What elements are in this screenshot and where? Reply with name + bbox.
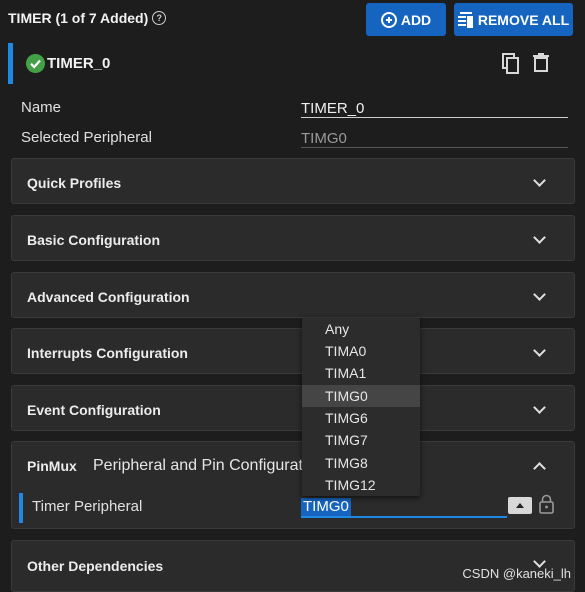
timer-peripheral-underline [301, 516, 507, 518]
timer-peripheral-label: Timer Peripheral [32, 498, 143, 515]
selected-peripheral-value: TIMG0 [301, 130, 347, 147]
trash-icon[interactable] [533, 53, 549, 72]
help-circle-icon[interactable]: ? [152, 11, 167, 25]
copy-icon[interactable] [502, 53, 520, 74]
panel-interrupts-configuration[interactable]: Interrupts Configuration [11, 328, 575, 374]
instance-name[interactable]: TIMER_0 [47, 55, 110, 72]
chevron-down-icon[interactable] [533, 231, 546, 244]
dropdown-option-timg12[interactable]: TIMG12 [302, 474, 420, 496]
watermark: CSDN @kaneki_lh [462, 566, 571, 581]
trash-stack-icon [457, 11, 473, 28]
dropdown-option-tima0[interactable]: TIMA0 [302, 340, 420, 362]
module-header: TIMER (1 of 7 Added) ? [8, 10, 167, 26]
chevron-down-icon[interactable] [533, 344, 546, 357]
add-button-label: ADD [400, 11, 432, 28]
field-indicator [19, 493, 23, 523]
dropdown-option-tima1[interactable]: TIMA1 [302, 362, 420, 384]
panel-event-configuration[interactable]: Event Configuration [11, 385, 575, 431]
panel-subtitle: Peripheral and Pin Configuration [93, 457, 325, 474]
panel-title: Basic Configuration [27, 232, 161, 248]
panel-quick-profiles[interactable]: Quick Profiles [11, 158, 575, 204]
selected-peripheral-label: Selected Peripheral [21, 129, 152, 146]
check-circle-icon [26, 54, 45, 73]
panel-basic-configuration[interactable]: Basic Configuration [11, 215, 575, 261]
panel-title: Event Configuration [27, 402, 161, 418]
chevron-down-icon[interactable] [533, 401, 546, 414]
chevron-down-icon[interactable] [533, 288, 546, 301]
dropdown-option-timg0[interactable]: TIMG0 [302, 385, 420, 407]
lock-icon[interactable] [539, 494, 554, 514]
panel-title: Advanced Configuration [27, 289, 190, 305]
remove-all-label: REMOVE ALL [477, 11, 570, 28]
panel-title: PinMux [27, 458, 77, 474]
panel-advanced-configuration[interactable]: Advanced Configuration [11, 272, 575, 318]
plus-circle-icon [380, 11, 397, 28]
selected-peripheral-underline [301, 147, 568, 148]
dropdown-option-timg8[interactable]: TIMG8 [302, 452, 420, 474]
module-title: TIMER (1 of 7 Added) [8, 10, 149, 26]
name-label: Name [21, 99, 62, 116]
remove-all-button[interactable]: REMOVE ALL [454, 3, 573, 36]
panel-title: Other Dependencies [27, 558, 164, 574]
caret-up-icon [516, 503, 524, 508]
panel-title: Quick Profiles [27, 175, 122, 191]
timer-peripheral-select[interactable]: TIMG0 [301, 498, 351, 516]
dropdown-toggle-button[interactable] [508, 497, 532, 514]
dropdown-option-any[interactable]: Any [302, 318, 420, 340]
add-button[interactable]: ADD [366, 3, 446, 36]
chevron-up-icon[interactable] [533, 462, 546, 475]
chevron-down-icon[interactable] [533, 174, 546, 187]
dropdown-option-timg7[interactable]: TIMG7 [302, 429, 420, 451]
instance-selected-indicator [8, 43, 13, 84]
name-field-underline [301, 117, 568, 118]
dropdown-option-timg6[interactable]: TIMG6 [302, 407, 420, 429]
panel-title: Interrupts Configuration [27, 345, 188, 361]
name-field[interactable]: TIMER_0 [301, 100, 364, 117]
peripheral-dropdown-menu: Any TIMA0 TIMA1 TIMG0 TIMG6 TIMG7 TIMG8 … [302, 318, 420, 496]
